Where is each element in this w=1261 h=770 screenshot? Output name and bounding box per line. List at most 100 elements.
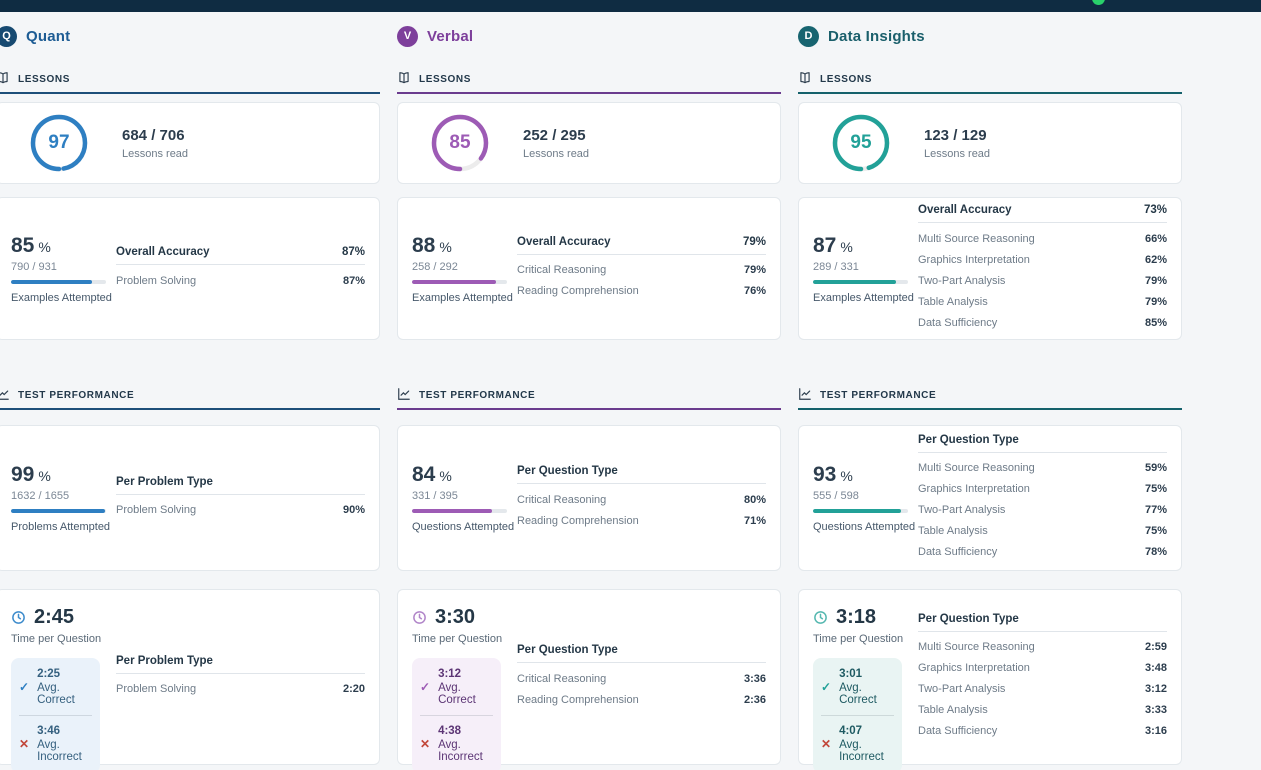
data-insights-time-value: 3:18 [836, 606, 876, 629]
verbal-test-list: Per Question Type Critical Reasoning80% … [517, 465, 766, 531]
verbal-icon: V [397, 26, 418, 47]
verbal-test-progress-bar [412, 509, 507, 513]
verbal-time-value: 3:30 [435, 606, 475, 629]
verbal-examples-progress-bar [412, 280, 507, 284]
data-insights-lessons-card: 95 123 / 129 Lessons read [798, 102, 1182, 184]
data-insights-test-list: Per Question Type Multi Source Reasoning… [918, 434, 1167, 563]
quant-time-label: Time per Question [11, 633, 116, 645]
list-row: Problem Solving87% [116, 270, 365, 291]
column-verbal: V Verbal LESSONS 85 252 / 295 [397, 12, 781, 765]
list-header: Per Question Type [517, 644, 766, 663]
list-row: Table Analysis79% [918, 291, 1167, 312]
list-header: Overall Accuracy87% [116, 246, 365, 265]
data-insights-time-label: Time per Question [813, 633, 918, 645]
list-header: Per Question Type [918, 613, 1167, 632]
list-row: Multi Source Reasoning66% [918, 228, 1167, 249]
quant-examples-attempted-label: Examples Attempted [11, 292, 116, 304]
data-insights-examples-card: 87% 289 / 331 Examples Attempted Overall… [798, 197, 1182, 340]
quant-lessons-card: 97 684 / 706 Lessons read [0, 102, 380, 184]
verbal-accuracy-list: Overall Accuracy79% Critical Reasoning79… [517, 236, 766, 302]
avg-incorrect-row: ✕ 4:07Avg. Incorrect [821, 725, 894, 763]
book-icon [798, 71, 812, 85]
verbal-header: V Verbal [397, 25, 781, 47]
verbal-time-summary: 3:30 Time per Question ✓ 3:12Avg. Correc… [412, 590, 517, 770]
avg-incorrect-row: ✕ 4:38Avg. Incorrect [420, 725, 493, 763]
quant-time-card: 2:45 Time per Question ✓ 2:25Avg. Correc… [0, 589, 380, 765]
avg-incorrect-row: ✕ 3:46Avg. Incorrect [19, 725, 92, 763]
data-insights-examples-percent: 87% [813, 234, 918, 258]
list-header: Overall Accuracy73% [918, 204, 1167, 223]
quant-title: Quant [26, 28, 70, 45]
quant-test-list: Per Problem Type Problem Solving90% [116, 476, 365, 521]
quant-ring-value: 97 [28, 112, 90, 174]
divider [19, 715, 92, 716]
list-header: Per Problem Type [116, 476, 365, 495]
data-insights-examples-progress-bar [813, 280, 908, 284]
list-row: Two-Part Analysis79% [918, 270, 1167, 291]
clock-icon [813, 610, 828, 625]
list-row: Graphics Interpretation3:48 [918, 658, 1167, 679]
verbal-lessons-read-label: Lessons read [523, 148, 589, 160]
verbal-title: Verbal [427, 28, 473, 45]
list-row: Problem Solving90% [116, 500, 365, 521]
list-row: Reading Comprehension76% [517, 281, 766, 302]
verbal-test-fraction: 331 / 395 [412, 490, 517, 502]
column-quant: Q Quant LESSONS 97 684 / 706 [0, 12, 380, 765]
quant-examples-fraction: 790 / 931 [11, 261, 116, 273]
list-row: Critical Reasoning3:36 [517, 668, 766, 689]
list-header: Per Question Type [918, 434, 1167, 453]
verbal-avg-box: ✓ 3:12Avg. Correct ✕ 4:38Avg. Incorrect [412, 658, 501, 770]
status-dot[interactable] [1092, 0, 1105, 5]
chart-icon [0, 387, 10, 401]
verbal-test-card: 84% 331 / 395 Questions Attempted Per Qu… [397, 425, 781, 571]
list-row: Data Sufficiency78% [918, 542, 1167, 563]
quant-time-summary: 2:45 Time per Question ✓ 2:25Avg. Correc… [11, 590, 116, 770]
list-row: Critical Reasoning79% [517, 260, 766, 281]
verbal-lessons-fraction: 252 / 295 [523, 127, 589, 144]
quant-lessons-read-label: Lessons read [122, 148, 188, 160]
verbal-time-list: Per Question Type Critical Reasoning3:36… [517, 644, 766, 710]
list-row: Problem Solving2:20 [116, 679, 365, 700]
test-performance-label: TEST PERFORMANCE [820, 390, 936, 401]
data-insights-test-card: 93% 555 / 598 Questions Attempted Per Qu… [798, 425, 1182, 571]
quant-lessons-text: 684 / 706 Lessons read [122, 127, 188, 160]
verbal-test-stat: 84% 331 / 395 Questions Attempted [412, 463, 517, 533]
quant-test-percent: 99% [11, 463, 116, 487]
quant-test-progress-bar [11, 509, 106, 513]
data-insights-lessons-ring: 95 [830, 112, 892, 174]
divider [821, 715, 894, 716]
quant-test-card: 99% 1632 / 1655 Problems Attempted Per P… [0, 425, 380, 571]
test-performance-label: TEST PERFORMANCE [18, 390, 134, 401]
data-insights-examples-stat: 87% 289 / 331 Examples Attempted [813, 234, 918, 304]
dashboard-page: Q Quant LESSONS 97 684 / 706 [0, 0, 1261, 770]
data-insights-lessons-section-header: LESSONS [798, 71, 1182, 94]
list-row: Graphics Interpretation62% [918, 249, 1167, 270]
data-insights-test-fraction: 555 / 598 [813, 490, 918, 502]
avg-correct-row: ✓ 3:01Avg. Correct [821, 668, 894, 706]
clock-icon [11, 610, 26, 625]
x-icon: ✕ [420, 738, 430, 750]
verbal-examples-attempted-label: Examples Attempted [412, 292, 517, 304]
list-row: Data Sufficiency85% [918, 312, 1167, 333]
list-row: Reading Comprehension2:36 [517, 689, 766, 710]
verbal-examples-percent: 88% [412, 234, 517, 258]
verbal-examples-card: 88% 258 / 292 Examples Attempted Overall… [397, 197, 781, 340]
data-insights-test-progress-bar [813, 509, 908, 513]
data-insights-title: Data Insights [828, 28, 925, 45]
data-insights-examples-attempted-label: Examples Attempted [813, 292, 918, 304]
test-performance-label: TEST PERFORMANCE [419, 390, 535, 401]
quant-examples-percent: 85% [11, 234, 116, 258]
verbal-lessons-text: 252 / 295 Lessons read [523, 127, 589, 160]
quant-header: Q Quant [0, 25, 380, 47]
list-row: Graphics Interpretation75% [918, 479, 1167, 500]
data-insights-test-stat: 93% 555 / 598 Questions Attempted [813, 463, 918, 533]
chart-icon [397, 387, 411, 401]
data-insights-time-list: Per Question Type Multi Source Reasoning… [918, 613, 1167, 742]
quant-avg-box: ✓ 2:25Avg. Correct ✕ 3:46Avg. Incorrect [11, 658, 100, 770]
chart-icon [798, 387, 812, 401]
lessons-label: LESSONS [18, 74, 70, 85]
check-icon: ✓ [420, 681, 430, 693]
data-insights-test-attempted-label: Questions Attempted [813, 521, 918, 533]
quant-test-stat: 99% 1632 / 1655 Problems Attempted [11, 463, 116, 533]
column-data-insights: D Data Insights LESSONS 95 123 [798, 12, 1182, 765]
